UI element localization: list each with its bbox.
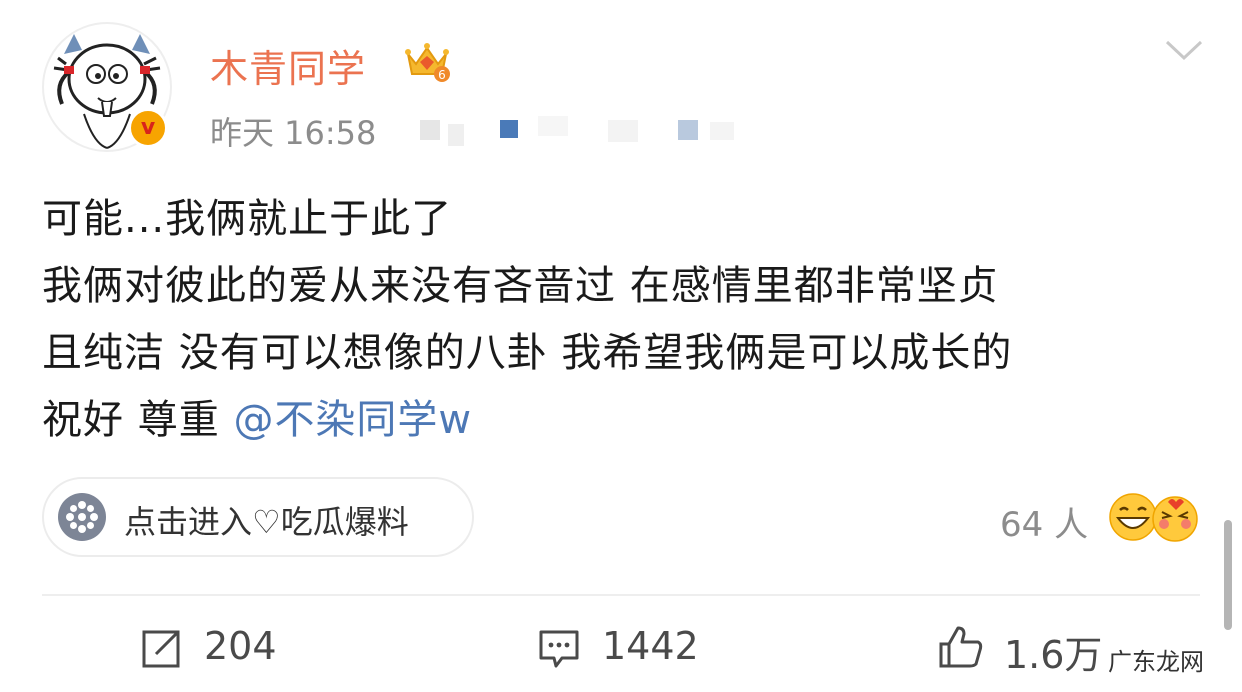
verified-badge-icon: v [128,108,168,148]
chevron-down-icon[interactable] [1164,38,1204,62]
post-line-text: 祝好 尊重 [42,397,234,443]
user-mention-link[interactable]: @不染同学w [233,397,472,443]
crown-level: 6 [438,68,446,82]
reactions-count[interactable]: 64 人 [1000,497,1088,546]
member-crown-icon[interactable]: 6 [404,40,450,82]
post-timestamp: 昨天 16:58 [210,114,377,152]
comment-button[interactable]: 1442 [538,620,718,676]
post-line: 且纯洁 没有可以想像的八卦 我希望我俩是可以成长的 [42,330,1013,376]
thumbs-up-icon [939,626,983,668]
topic-flower-icon [58,493,106,541]
author-name[interactable]: 木青同学 [210,38,366,93]
scrollbar-thumb[interactable] [1224,520,1232,630]
like-count: 1.6万 [1004,633,1103,677]
like-button[interactable]: 1.6万 [938,620,1118,677]
post-line: 可能...我俩就止于此了 [42,196,453,242]
repost-count: 204 [204,624,277,668]
topic-label: 点击进入♡吃瓜爆料 [124,503,409,541]
repost-button[interactable]: 204 [140,620,300,676]
comment-count: 1442 [602,624,699,668]
topic-pill-button[interactable]: 点击进入♡吃瓜爆料 [42,477,474,557]
divider [42,594,1200,596]
kiss-emoji-icon [1152,496,1198,542]
comment-icon [539,630,579,668]
post-body: 可能...我俩就止于此了 我俩对彼此的爱从来没有吝啬过 在感情里都非常坚贞 且纯… [42,186,1212,454]
verified-badge-letter: v [140,115,156,140]
blurred-source-graphic [420,116,734,146]
post-line: 我俩对彼此的爱从来没有吝啬过 在感情里都非常坚贞 [42,263,999,309]
repost-icon [142,630,180,668]
site-watermark: 广东龙网 [1104,640,1208,679]
post-line-last: 祝好 尊重 @不染同学w [42,387,1212,454]
